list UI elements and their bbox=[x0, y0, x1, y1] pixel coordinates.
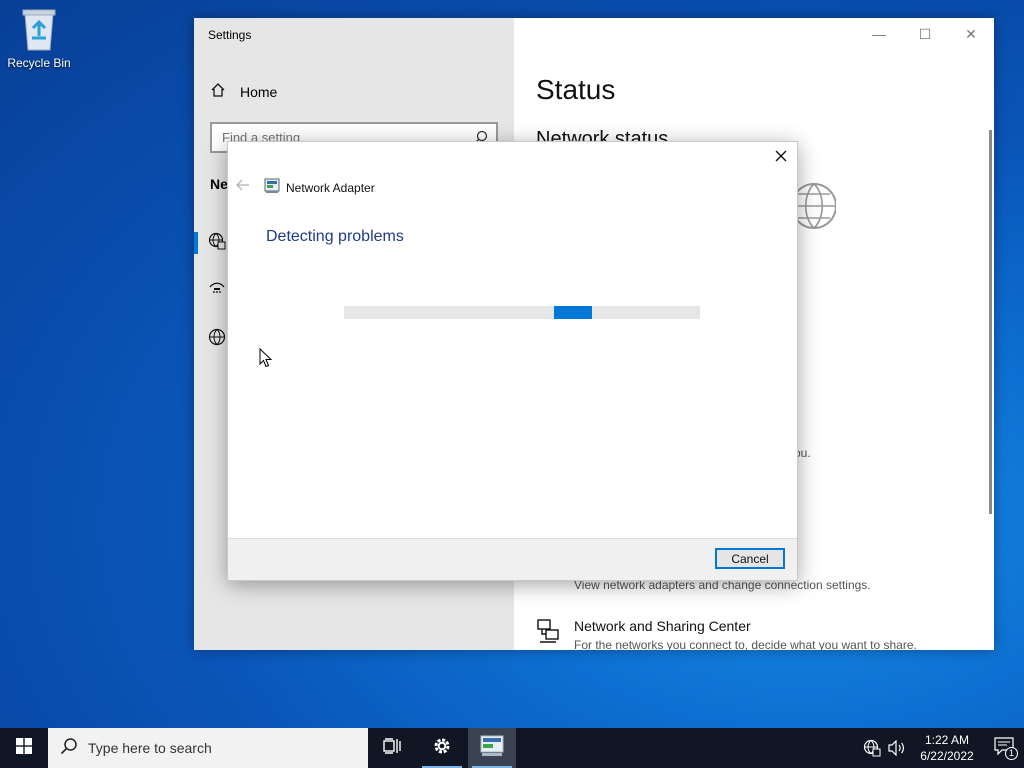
task-view-icon bbox=[383, 737, 401, 759]
dialog-title-text: Network Adapter bbox=[286, 180, 375, 195]
network-adapter-icon bbox=[480, 735, 504, 762]
network-adapter-troubleshooter-dialog: Network Adapter Detecting problems Cance… bbox=[227, 141, 798, 581]
back-arrow-icon[interactable] bbox=[235, 178, 250, 196]
close-icon bbox=[775, 149, 787, 167]
window-title: Settings bbox=[208, 28, 252, 42]
gear-icon bbox=[432, 736, 452, 761]
network-sharing-center-link[interactable]: Network and Sharing Center For the netwo… bbox=[536, 618, 917, 650]
nav-item-dialup[interactable] bbox=[208, 280, 226, 303]
caption-buttons: — ☐ ✕ bbox=[856, 18, 994, 50]
taskbar-search-box[interactable]: Type here to search bbox=[48, 728, 368, 768]
clock[interactable]: 1:22 AM 6/22/2022 bbox=[910, 732, 984, 764]
start-button[interactable] bbox=[0, 728, 48, 768]
sharing-center-icon bbox=[536, 618, 562, 650]
windows-logo-icon bbox=[16, 737, 32, 759]
recycle-bin-icon bbox=[19, 6, 59, 52]
progress-indicator bbox=[554, 306, 592, 319]
close-window-button[interactable]: ✕ bbox=[948, 18, 994, 50]
page-title: Status bbox=[536, 74, 616, 105]
progress-bar bbox=[344, 306, 700, 319]
nav-item-vpn[interactable] bbox=[208, 328, 226, 351]
home-icon bbox=[210, 82, 226, 101]
dialog-footer: Cancel bbox=[228, 538, 797, 580]
notification-count-badge: 1 bbox=[1005, 747, 1018, 760]
nav-selection-indicator bbox=[194, 232, 198, 254]
dialog-title: Network Adapter bbox=[264, 178, 375, 197]
maximize-button[interactable]: ☐ bbox=[902, 18, 948, 50]
nav-home[interactable]: Home bbox=[210, 82, 277, 101]
search-icon bbox=[60, 737, 78, 760]
network-globe-icon[interactable] bbox=[860, 739, 884, 757]
nav-section-heading: Ne bbox=[210, 176, 228, 192]
network-status-icon bbox=[208, 232, 226, 254]
link-title: Network and Sharing Center bbox=[574, 618, 751, 634]
action-center-button[interactable]: 1 bbox=[984, 728, 1024, 768]
clock-date: 6/22/2022 bbox=[920, 749, 974, 763]
network-globe-icon bbox=[791, 180, 837, 235]
minimize-button[interactable]: — bbox=[856, 18, 902, 50]
home-label: Home bbox=[240, 83, 278, 100]
taskbar-troubleshooter-button[interactable] bbox=[468, 728, 516, 768]
taskbar: Type here to search 1:22 AM 6/22/2022 1 bbox=[0, 728, 1024, 768]
taskbar-search-placeholder: Type here to search bbox=[88, 740, 212, 756]
detecting-problems-heading: Detecting problems bbox=[266, 228, 404, 245]
speaker-icon[interactable] bbox=[884, 740, 910, 756]
globe-icon bbox=[208, 328, 226, 350]
clock-time: 1:22 AM bbox=[924, 733, 970, 747]
dialup-icon bbox=[208, 282, 226, 302]
mouse-cursor-icon bbox=[259, 347, 273, 373]
system-tray: 1:22 AM 6/22/2022 1 bbox=[860, 728, 1024, 768]
recycle-bin-shortcut[interactable]: Recycle Bin bbox=[4, 6, 74, 70]
recycle-bin-label: Recycle Bin bbox=[7, 56, 71, 70]
taskbar-settings-button[interactable] bbox=[418, 728, 466, 768]
network-adapter-icon bbox=[264, 178, 280, 197]
task-view-button[interactable] bbox=[368, 728, 416, 768]
cancel-button[interactable]: Cancel bbox=[715, 548, 785, 569]
dialog-close-button[interactable] bbox=[769, 146, 793, 170]
link-description: For the networks you connect to, decide … bbox=[574, 638, 917, 650]
nav-item-status[interactable] bbox=[208, 232, 226, 255]
content-scrollbar[interactable] bbox=[989, 130, 992, 514]
